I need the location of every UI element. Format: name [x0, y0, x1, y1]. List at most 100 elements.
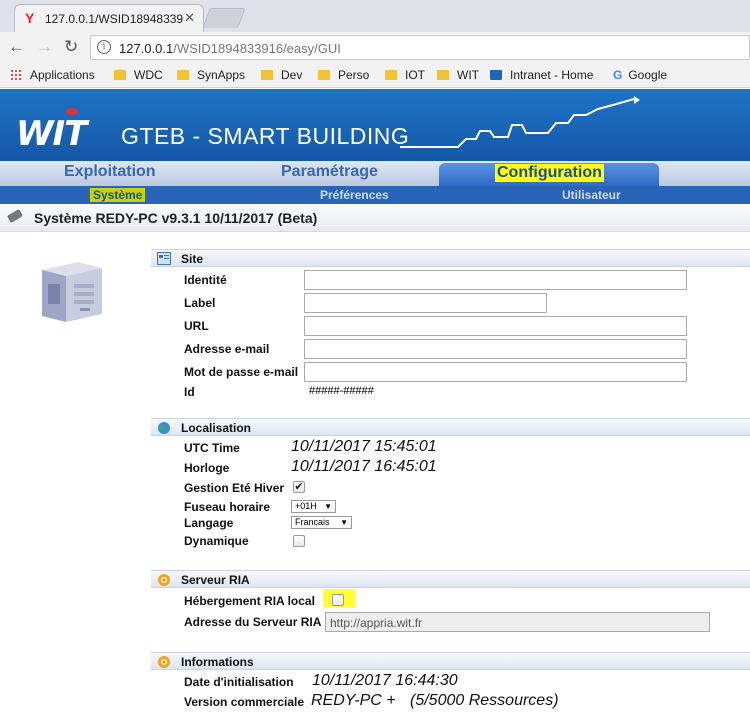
bookmark-label: Applications: [30, 68, 95, 82]
reload-icon[interactable]: ↻: [64, 37, 78, 57]
bookmark-iot[interactable]: IOT: [385, 68, 425, 82]
label-input[interactable]: [304, 293, 547, 313]
bookmark-label: WIT: [457, 68, 479, 82]
langage-label: Langage: [184, 516, 234, 530]
fuseau-horaire-select[interactable]: +01H ▼: [291, 500, 336, 513]
browser-toolbar: ← → ↻ i 127.0.0.1/WSID1894833916/easy/GU…: [0, 32, 750, 62]
label-label: Label: [184, 296, 216, 310]
address-url[interactable]: 127.0.0.1/WSID1894833916/easy/GUI: [119, 41, 341, 56]
chevron-down-icon: ▼: [340, 518, 348, 527]
skyline-graphic: [400, 96, 640, 148]
tab-configuration-label: Configuration: [495, 164, 604, 182]
ressources-value: (5/5000 Ressources): [410, 692, 559, 709]
folder-icon: [114, 70, 126, 80]
bookmark-wit[interactable]: WIT: [437, 68, 479, 82]
bookmark-label: Dev: [281, 68, 303, 82]
bookmark-dev[interactable]: Dev: [261, 68, 302, 82]
chevron-down-icon: ▼: [324, 502, 332, 511]
bookmark-synapps[interactable]: SynApps: [177, 68, 245, 82]
identite-label: Identité: [184, 273, 227, 287]
langage-value: Francais: [295, 517, 330, 527]
adresse-serveur-ria-label: Adresse du Serveur RIA: [184, 615, 322, 629]
browser-tab-title: 127.0.0.1/WSID18948339: [45, 12, 184, 26]
globe-icon: [158, 422, 170, 434]
wit-logo: WIT: [16, 108, 87, 154]
hebergement-ria-label: Hébergement RIA local: [184, 594, 315, 608]
google-icon: G: [613, 68, 623, 82]
fuseau-horaire-label: Fuseau horaire: [184, 500, 271, 514]
dynamique-label: Dynamique: [184, 534, 249, 548]
site-window-icon: [157, 252, 171, 265]
back-arrow-icon[interactable]: ←: [8, 37, 25, 57]
section-site-title: Site: [181, 252, 204, 266]
address-bar[interactable]: i 127.0.0.1/WSID1894833916/easy/GUI: [90, 35, 750, 60]
bookmarks-bar: Applications WDC SynApps Dev Perso IOT W…: [0, 62, 750, 88]
app-title: GTEB - SMART BUILDING: [121, 123, 410, 149]
id-label: Id: [184, 385, 195, 399]
tab-configuration[interactable]: Configuration: [439, 163, 659, 186]
new-tab-button[interactable]: [202, 8, 246, 28]
bookmark-label: Intranet - Home: [510, 68, 594, 82]
version-commerciale-label: Version commerciale: [184, 695, 305, 709]
close-tab-icon[interactable]: ✕: [184, 10, 195, 26]
subtab-systeme[interactable]: Système: [90, 188, 146, 202]
subtab-utilisateur[interactable]: Utilisateur: [562, 188, 621, 202]
version-commerciale-value: REDY-PC +: [311, 692, 396, 709]
apps-grid-icon: [10, 69, 22, 81]
horloge-value: 10/11/2017 16:45:01: [291, 458, 437, 475]
password-input[interactable]: [304, 362, 687, 382]
adresse-serveur-ria-input[interactable]: http://appria.wit.fr: [325, 612, 710, 632]
yandex-favicon-icon: Y: [25, 10, 35, 26]
info-icon[interactable]: i: [97, 40, 111, 54]
folder-icon: [437, 70, 449, 80]
sharepoint-icon: [490, 70, 502, 80]
date-initialisation-value: 10/11/2017 16:44:30: [312, 672, 458, 689]
id-value: #####-#####: [309, 385, 374, 397]
bookmark-label: SynApps: [197, 68, 246, 82]
browser-tabstrip: Y 127.0.0.1/WSID18948339 ✕: [0, 0, 750, 32]
page-header: Système REDY-PC v9.3.1 10/11/2017 (Beta): [0, 204, 750, 232]
sub-tabs: Système Préférences Utilisateur: [0, 186, 750, 204]
bookmark-perso[interactable]: Perso: [318, 68, 369, 82]
password-label: Mot de passe e-mail: [184, 365, 299, 379]
tab-parametrage[interactable]: Paramétrage: [281, 163, 378, 181]
url-input[interactable]: [304, 316, 687, 336]
bookmark-label: WDC: [134, 68, 163, 82]
tab-exploitation[interactable]: Exploitation: [64, 163, 156, 181]
gestion-ete-hiver-checkbox[interactable]: ✔: [293, 481, 305, 493]
url-host: 127.0.0.1: [119, 41, 174, 56]
bookmark-label: Perso: [338, 68, 370, 82]
main-tabs: Exploitation Paramétrage Configuration: [0, 161, 750, 186]
gear-icon: [158, 656, 170, 668]
langage-select[interactable]: Francais ▼: [291, 516, 352, 529]
subtab-preferences[interactable]: Préférences: [320, 188, 389, 202]
url-path: /WSID1894833916/easy/GUI: [173, 41, 341, 56]
section-localisation-header: Localisation: [151, 418, 750, 436]
fuseau-horaire-value: +01H: [295, 501, 317, 511]
bookmark-applications[interactable]: Applications: [10, 68, 95, 82]
forward-arrow-icon[interactable]: →: [36, 37, 53, 57]
app-banner: WIT GTEB - SMART BUILDING: [0, 89, 750, 161]
horloge-label: Horloge: [184, 461, 230, 475]
gear-icon: [158, 574, 170, 586]
edit-icon: [6, 209, 24, 223]
section-informations-header: Informations: [151, 652, 750, 670]
section-ria-header: Serveur RIA: [151, 570, 750, 588]
email-input[interactable]: [304, 339, 687, 359]
hebergement-ria-checkbox[interactable]: [332, 594, 344, 606]
bookmark-google[interactable]: G Google: [613, 68, 667, 82]
email-label: Adresse e-mail: [184, 342, 270, 356]
folder-icon: [385, 70, 397, 80]
page-title: Système REDY-PC v9.3.1 10/11/2017 (Beta): [34, 210, 318, 226]
section-informations-title: Informations: [181, 655, 254, 669]
section-site-header: Site: [151, 249, 750, 267]
identite-input[interactable]: [304, 270, 687, 290]
bookmark-intranet[interactable]: Intranet - Home: [490, 68, 593, 82]
bookmark-wdc[interactable]: WDC: [114, 68, 163, 82]
browser-tab-active[interactable]: Y 127.0.0.1/WSID18948339 ✕: [14, 4, 204, 32]
utc-time-value: 10/11/2017 15:45:01: [291, 438, 437, 455]
folder-icon: [261, 70, 273, 80]
folder-icon: [318, 70, 330, 80]
folder-icon: [177, 70, 189, 80]
dynamique-checkbox[interactable]: [293, 535, 305, 547]
